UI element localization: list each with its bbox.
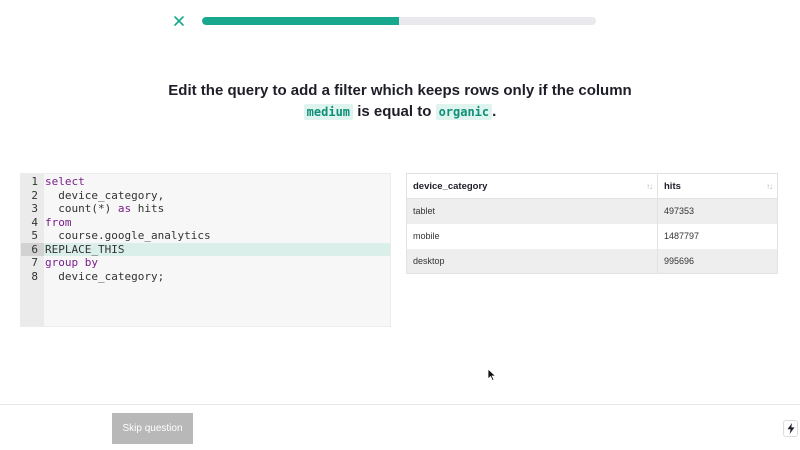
- line-number: 4: [31, 215, 38, 229]
- column-header-label: device_category: [413, 180, 488, 192]
- sort-arrows-icon[interactable]: ↑↓: [766, 182, 773, 191]
- code-line-text: device_category,: [45, 188, 165, 202]
- code-line[interactable]: 8 device_category;: [21, 270, 390, 284]
- close-button[interactable]: [171, 12, 187, 30]
- column-name-code: medium: [303, 104, 354, 120]
- code-line[interactable]: 6 REPLACE_THIS: [21, 242, 390, 256]
- question-prompt: Edit the query to add a filter which kee…: [0, 80, 800, 123]
- line-number: 5: [31, 229, 38, 242]
- table-row: mobile 1487797: [406, 223, 778, 249]
- code-line[interactable]: 3 count(*) as hits: [21, 202, 390, 216]
- table-header-row: device_category ↑↓ hits ↑↓: [406, 173, 778, 199]
- cell-hits: 1487797: [657, 223, 778, 249]
- line-number: 2: [31, 188, 38, 202]
- line-number: 6: [21, 242, 44, 256]
- line-number: 7: [31, 256, 38, 269]
- line-number: 1: [31, 175, 38, 188]
- footer-divider: [0, 404, 800, 405]
- question-line-1: Edit the query to add a filter which kee…: [168, 82, 632, 99]
- progress-bar-fill: [202, 17, 399, 25]
- line-number: 3: [31, 202, 38, 215]
- column-header-device-category[interactable]: device_category ↑↓: [406, 173, 658, 199]
- code-line[interactable]: 5 course.google_analytics: [21, 229, 390, 243]
- question-suffix: .: [492, 103, 497, 120]
- code-line-text: count(*) as hits: [45, 202, 165, 215]
- skip-question-button[interactable]: Skip question: [112, 413, 193, 444]
- close-icon: [174, 16, 184, 26]
- code-line-text: device_category;: [45, 269, 165, 283]
- cell-device-category: mobile: [406, 223, 658, 249]
- code-line[interactable]: 1 select: [21, 175, 390, 189]
- code-line[interactable]: 7 group by: [21, 256, 390, 270]
- column-header-hits[interactable]: hits ↑↓: [657, 173, 778, 199]
- code-line-text: course.google_analytics: [45, 229, 211, 242]
- cell-device-category: desktop: [406, 248, 658, 274]
- question-line-2: medium is equal to organic.: [0, 101, 800, 123]
- progress-bar: [202, 17, 596, 25]
- mouse-cursor-icon: [487, 368, 497, 382]
- code-line[interactable]: 2 device_category,: [21, 189, 390, 203]
- code-lines[interactable]: 1 select 2 device_category, 3 count(*) as h…: [21, 174, 390, 283]
- line-number: 8: [31, 269, 38, 283]
- code-line[interactable]: 4 from: [21, 216, 390, 230]
- code-line-text: REPLACE_THIS: [45, 242, 125, 256]
- question-middle-text: is equal to: [357, 103, 432, 120]
- code-line-text: select: [45, 175, 85, 188]
- table-row: desktop 995696: [406, 248, 778, 274]
- column-header-label: hits: [664, 180, 681, 192]
- cell-device-category: tablet: [406, 198, 658, 224]
- code-line-text: from: [45, 215, 72, 229]
- cell-hits: 995696: [657, 248, 778, 274]
- results-table: device_category ↑↓ hits ↑↓ tablet 497353 m…: [406, 173, 778, 274]
- table-row: tablet 497353: [406, 198, 778, 224]
- lightning-button[interactable]: [783, 420, 798, 437]
- lightning-icon: [787, 423, 794, 434]
- code-line-text: group by: [45, 256, 98, 269]
- sort-arrows-icon[interactable]: ↑↓: [646, 182, 653, 191]
- sql-editor[interactable]: 1 select 2 device_category, 3 count(*) as h…: [20, 173, 391, 327]
- cell-hits: 497353: [657, 198, 778, 224]
- filter-value-code: organic: [435, 104, 493, 120]
